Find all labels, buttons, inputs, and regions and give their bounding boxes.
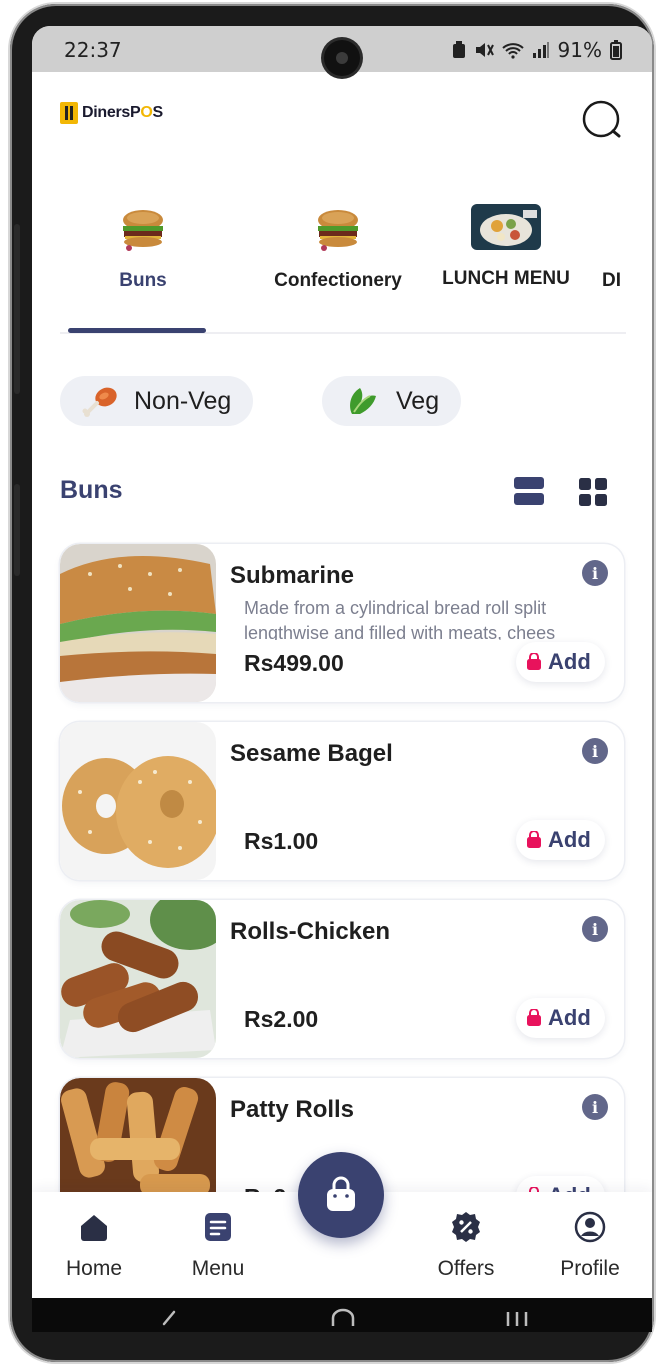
device-frame: 22:37 91% DinersPOS Buns Confectionery L… bbox=[10, 4, 654, 1362]
burger-image bbox=[111, 204, 175, 252]
grid-view-icon bbox=[579, 478, 607, 506]
logo-mark-icon bbox=[60, 102, 78, 124]
nav-offers[interactable]: Offers bbox=[416, 1210, 516, 1281]
lettuce-icon bbox=[350, 388, 376, 414]
info-button[interactable]: i bbox=[582, 560, 608, 586]
info-button[interactable]: i bbox=[582, 738, 608, 764]
tab-lunch-menu[interactable]: LUNCH MENU bbox=[426, 204, 586, 290]
wifi-icon bbox=[501, 43, 524, 59]
nav-label: Profile bbox=[560, 1257, 620, 1280]
active-tab-indicator bbox=[68, 328, 206, 333]
tab-label: Buns bbox=[119, 270, 167, 291]
add-label: Add bbox=[548, 827, 591, 852]
add-label: Add bbox=[548, 1005, 591, 1030]
tab-partial[interactable]: DI bbox=[602, 204, 642, 292]
product-name: Patty Rolls bbox=[230, 1096, 355, 1123]
product-card-rolls-chicken[interactable]: Rolls-Chicken i Rs2.00 Add bbox=[60, 900, 624, 1058]
info-icon: i bbox=[591, 1097, 599, 1117]
grid-view-button[interactable] bbox=[579, 478, 609, 508]
add-to-cart-button[interactable]: Add bbox=[516, 998, 605, 1038]
home-button-icon[interactable] bbox=[328, 1308, 358, 1328]
status-time: 22:37 bbox=[64, 38, 122, 62]
product-image-submarine bbox=[60, 544, 216, 702]
cart-button[interactable] bbox=[298, 1152, 384, 1238]
notification-icon bbox=[452, 41, 465, 58]
product-image-rolls-chicken bbox=[60, 900, 216, 1058]
search-button[interactable] bbox=[582, 100, 622, 140]
chip-label: Non-Veg bbox=[134, 386, 232, 415]
front-camera bbox=[324, 40, 360, 76]
product-description: Made from a cylindrical bread roll split… bbox=[244, 598, 556, 640]
product-name: Rolls-Chicken bbox=[230, 918, 391, 945]
nav-label: Offers bbox=[437, 1257, 495, 1280]
product-price: Rs1.00 bbox=[244, 828, 319, 854]
status-icons: 91% bbox=[452, 38, 622, 62]
filter-non-veg[interactable]: Non-Veg bbox=[60, 376, 254, 426]
tab-confectionery[interactable]: Confectionery bbox=[238, 204, 438, 292]
product-price: Rs499.00 bbox=[244, 650, 344, 676]
signal-icon bbox=[532, 42, 549, 58]
list-view-icon bbox=[514, 477, 544, 505]
nav-menu[interactable]: Menu bbox=[168, 1210, 268, 1281]
back-icon[interactable] bbox=[154, 1308, 184, 1328]
product-name: Submarine bbox=[230, 562, 355, 589]
info-icon: i bbox=[591, 563, 599, 583]
volume-button bbox=[14, 224, 20, 394]
info-button[interactable]: i bbox=[582, 916, 608, 942]
shopping-bag-icon bbox=[527, 653, 541, 670]
logo-text: DinersPOS bbox=[82, 104, 163, 121]
nav-label: Menu bbox=[191, 1257, 245, 1280]
product-card-sesame-bagel[interactable]: Sesame Bagel i Rs1.00 Add bbox=[60, 722, 624, 880]
home-icon bbox=[81, 1215, 107, 1241]
tab-label: Confectionery bbox=[274, 270, 402, 291]
system-navigation-bar bbox=[32, 1298, 652, 1332]
app-screen: 22:37 91% DinersPOS Buns Confectionery L… bbox=[32, 26, 652, 1332]
product-name: Sesame Bagel bbox=[230, 740, 393, 767]
offers-icon bbox=[452, 1212, 480, 1242]
burger-image bbox=[306, 204, 370, 252]
category-tabs: Buns Confectionery LUNCH MENU DI bbox=[60, 204, 652, 336]
menu-icon bbox=[205, 1213, 231, 1241]
add-label: Add bbox=[548, 649, 591, 674]
status-bar: 22:37 91% bbox=[32, 26, 652, 76]
recent-apps-icon[interactable] bbox=[502, 1308, 532, 1328]
nav-label: Home bbox=[65, 1257, 123, 1280]
battery-percentage: 91% bbox=[557, 38, 602, 62]
list-view-button[interactable] bbox=[514, 476, 544, 506]
info-button[interactable]: i bbox=[582, 1094, 608, 1120]
shopping-bag-icon bbox=[327, 1176, 355, 1211]
shopping-bag-icon bbox=[527, 1009, 541, 1026]
power-button bbox=[14, 484, 20, 576]
product-price: Rs2.00 bbox=[244, 1006, 319, 1032]
filter-veg[interactable]: Veg bbox=[322, 376, 462, 426]
lunch-platter-image bbox=[471, 204, 541, 250]
product-image-sesame-bagel bbox=[60, 722, 216, 880]
chip-label: Veg bbox=[396, 386, 440, 415]
app-logo[interactable]: DinersPOS bbox=[60, 102, 163, 124]
info-icon: i bbox=[591, 741, 599, 761]
mute-icon bbox=[475, 43, 494, 57]
nav-profile[interactable]: Profile bbox=[540, 1210, 640, 1281]
section-title: Buns bbox=[60, 476, 123, 504]
tab-label: LUNCH MENU bbox=[442, 268, 570, 289]
add-to-cart-button[interactable]: Add bbox=[516, 642, 605, 682]
battery-icon bbox=[610, 40, 622, 60]
product-card-submarine[interactable]: Submarine i Made from a cylindrical brea… bbox=[60, 544, 624, 702]
shopping-bag-icon bbox=[527, 831, 541, 848]
info-icon: i bbox=[591, 919, 599, 939]
tab-label: DI bbox=[602, 270, 621, 291]
nav-home[interactable]: Home bbox=[44, 1210, 144, 1281]
search-icon bbox=[582, 100, 621, 138]
profile-icon bbox=[574, 1211, 606, 1243]
add-to-cart-button[interactable]: Add bbox=[516, 820, 605, 860]
chicken-leg-icon bbox=[82, 387, 117, 417]
tab-buns[interactable]: Buns bbox=[78, 204, 208, 292]
